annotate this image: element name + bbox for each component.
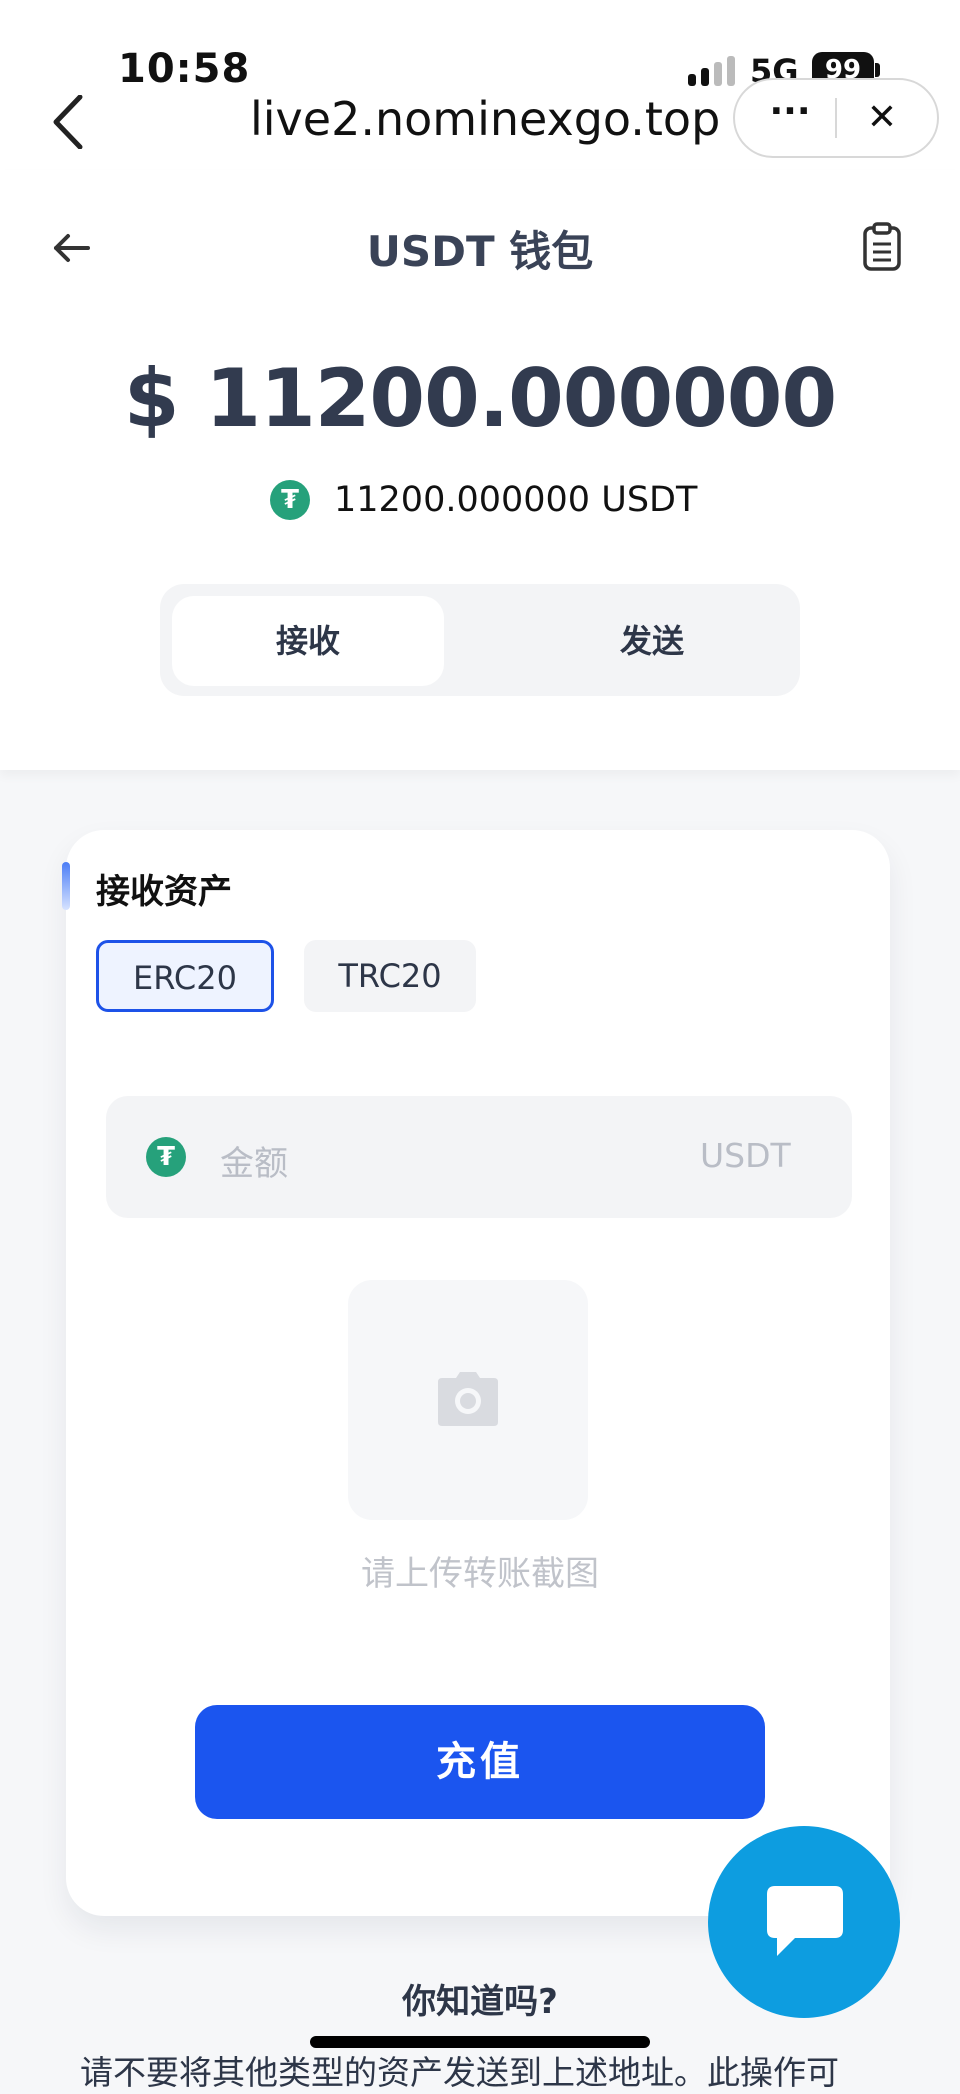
amount-unit: USDT bbox=[700, 1136, 791, 1175]
records-button[interactable] bbox=[862, 222, 902, 272]
controls-divider bbox=[835, 98, 837, 138]
usdt-icon: ₮ bbox=[146, 1137, 186, 1177]
info-text: 请不要将其他类型的资产发送到上述地址。此操作可 bbox=[80, 2053, 839, 2092]
more-button[interactable]: ··· bbox=[757, 84, 823, 152]
page-title: USDT 钱包 bbox=[366, 227, 594, 276]
upload-label: 请上传转账截图 bbox=[361, 1554, 599, 1594]
network-trc20-button[interactable]: TRC20 bbox=[304, 940, 476, 1012]
arrow-left-icon bbox=[54, 234, 90, 262]
usdt-icon: ₮ bbox=[270, 480, 310, 520]
close-button[interactable]: ✕ bbox=[848, 86, 916, 150]
clipboard-icon bbox=[863, 222, 901, 271]
balance-usdt: 11200.000000 USDT bbox=[334, 480, 698, 520]
back-button[interactable] bbox=[50, 226, 94, 270]
chevron-left-icon bbox=[53, 94, 83, 150]
status-time: 10:58 bbox=[118, 46, 251, 92]
battery-tip bbox=[875, 63, 880, 77]
balance-amount: $ 11200.000000 bbox=[123, 352, 837, 445]
home-indicator bbox=[310, 2036, 650, 2048]
recharge-button[interactable]: 充值 bbox=[195, 1705, 765, 1819]
signal-icon bbox=[688, 54, 738, 86]
chat-bubble-icon bbox=[765, 1884, 845, 1960]
card-title: 接收资产 bbox=[96, 872, 232, 912]
network-erc20-button[interactable]: ERC20 bbox=[96, 940, 274, 1012]
browser-back-button[interactable] bbox=[50, 94, 90, 150]
tab-receive[interactable]: 接收 bbox=[172, 596, 444, 686]
tab-send[interactable]: 发送 bbox=[520, 596, 784, 686]
title-accent-bar bbox=[62, 862, 70, 910]
amount-placeholder: 金额 bbox=[220, 1144, 288, 1184]
balance-usdt-row: ₮ 11200.000000 USDT bbox=[270, 478, 730, 526]
url-text[interactable]: live2.nominexgo.top bbox=[250, 92, 720, 146]
camera-icon bbox=[436, 1370, 500, 1426]
